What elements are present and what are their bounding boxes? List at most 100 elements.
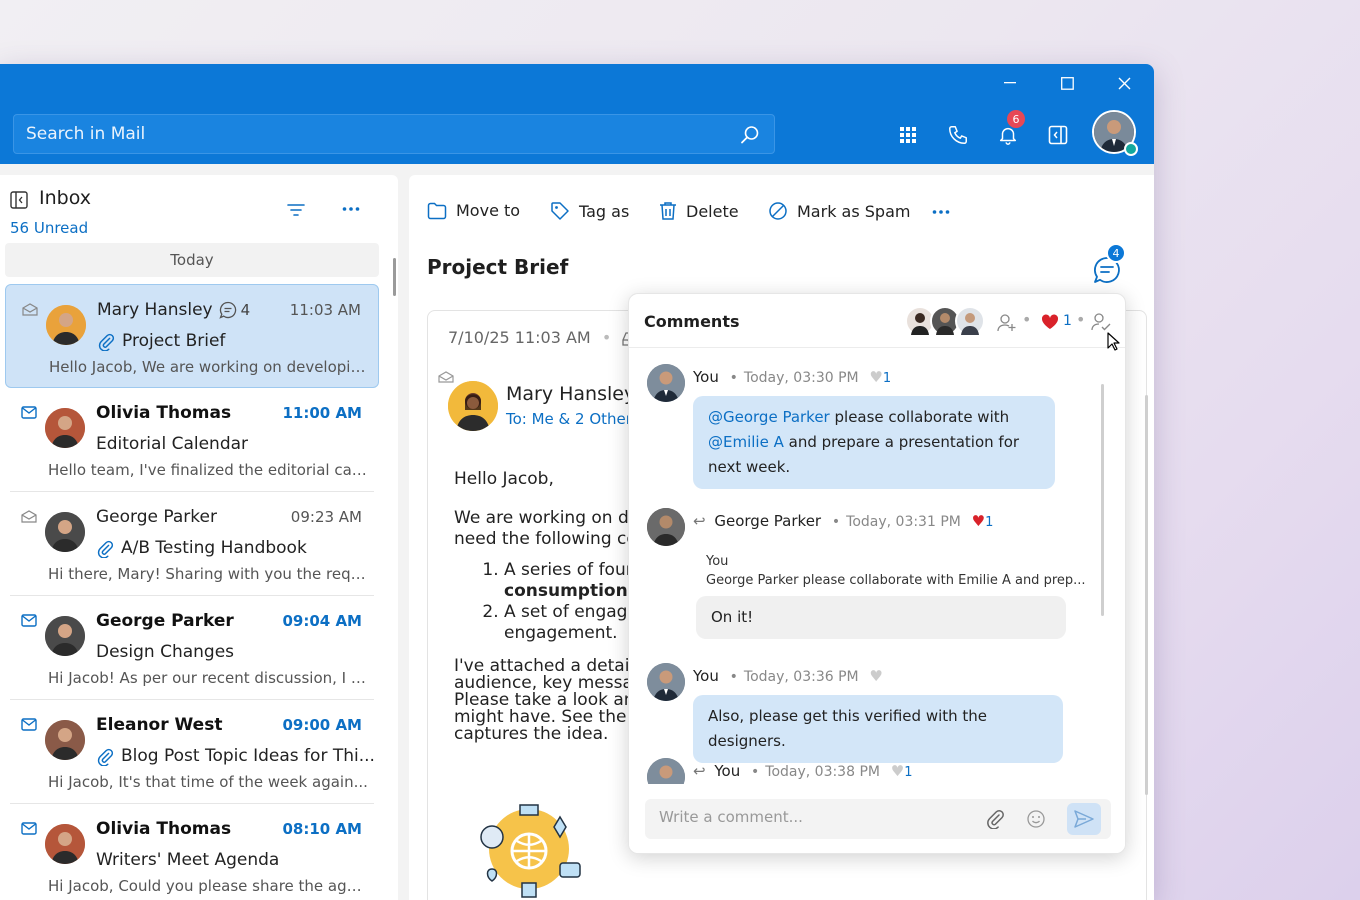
comments-toggle-button[interactable]: 4 xyxy=(1092,243,1126,285)
send-icon xyxy=(1074,810,1094,828)
heart-icon[interactable] xyxy=(1041,314,1059,330)
quoted-comment: You George Parker please collaborate wit… xyxy=(706,554,1086,588)
comment-bubble: @George Parker please collaborate with @… xyxy=(693,396,1055,489)
mail-list-item[interactable]: George Parker 09:23 AM A/B Testing Handboo… xyxy=(5,492,379,596)
mail-preview: Hello team, I've finalized the editorial… xyxy=(48,461,368,479)
profile-button[interactable] xyxy=(1092,110,1138,156)
group-header-today: Today xyxy=(5,243,379,277)
maximize-button[interactable] xyxy=(1039,68,1095,98)
mention-george[interactable]: @George Parker xyxy=(708,408,830,426)
comment-icon xyxy=(218,301,236,319)
like-icon[interactable]: ♥ xyxy=(891,762,904,780)
mail-sender: Mary Hansley 4 xyxy=(97,300,251,320)
unread-count[interactable]: 56 Unread xyxy=(10,219,88,237)
search-icon[interactable] xyxy=(740,125,760,145)
phone-icon xyxy=(949,126,967,144)
presence-indicator xyxy=(1124,142,1138,156)
mail-list-item[interactable]: Mary Hansley 4 11:03 AM Project Brief Hello … xyxy=(5,284,379,388)
minimize-button[interactable] xyxy=(982,68,1038,98)
campaign-illustration xyxy=(480,804,581,898)
mention-emilie[interactable]: @Emilie A xyxy=(708,433,784,451)
reading-scrollbar[interactable] xyxy=(1145,395,1148,795)
attachment-icon xyxy=(97,748,114,766)
sender-avatar xyxy=(448,381,498,431)
attachment-icon xyxy=(98,333,115,351)
like-icon[interactable]: ♥ xyxy=(869,368,882,386)
mail-subject: Design Changes xyxy=(96,642,235,662)
block-icon xyxy=(769,202,787,220)
envelope-icon[interactable] xyxy=(21,822,37,835)
delete-button[interactable]: Delete xyxy=(659,201,739,221)
comment-avatar xyxy=(647,364,685,402)
apps-button[interactable] xyxy=(895,122,921,148)
separator-dot: • xyxy=(1076,310,1086,329)
mail-time: 09:04 AM xyxy=(282,612,362,630)
mark-spam-button[interactable]: Mark as Spam xyxy=(768,201,910,221)
side-panel-button[interactable] xyxy=(1045,122,1071,148)
mail-subject: Writers' Meet Agenda xyxy=(96,850,280,870)
message-subject: Project Brief xyxy=(427,255,569,279)
toggle-sidebar-icon[interactable] xyxy=(10,191,28,209)
comments-scrollbar[interactable] xyxy=(1101,384,1104,616)
message-recipients[interactable]: To: Me & 2 Others xyxy=(506,410,640,428)
separator-dot: • xyxy=(1022,310,1032,329)
more-options-icon[interactable] xyxy=(342,206,360,212)
envelope-icon[interactable] xyxy=(21,614,37,627)
mail-list-item[interactable]: George Parker 09:04 AM Design Changes Hi Ja… xyxy=(5,596,379,700)
move-to-button[interactable]: Move to xyxy=(427,201,520,220)
search-bar[interactable] xyxy=(13,114,775,154)
envelope-icon[interactable] xyxy=(21,718,37,731)
maximize-icon xyxy=(1060,76,1074,90)
mail-list-scrollbar[interactable] xyxy=(393,258,396,296)
close-button[interactable] xyxy=(1096,68,1152,98)
emoji-icon[interactable] xyxy=(1026,809,1046,829)
mail-subject: A/B Testing Handbook xyxy=(121,538,307,558)
resolve-person-icon[interactable] xyxy=(1091,312,1111,332)
attach-icon[interactable] xyxy=(985,809,1005,829)
inbox-title: Inbox xyxy=(39,187,91,209)
reply-icon: ↩ xyxy=(693,762,706,780)
message-from: Mary Hansley xyxy=(506,383,636,405)
call-button[interactable] xyxy=(945,122,971,148)
like-icon[interactable]: ♥ xyxy=(869,667,882,685)
sender-avatar xyxy=(45,616,85,656)
comment-count: 4 xyxy=(218,301,250,319)
mail-sender: George Parker xyxy=(96,507,217,527)
mail-list-item[interactable]: Eleanor West 09:00 AM Blog Post Topic Idea… xyxy=(5,700,379,804)
comment-header: You • Today, 03:30 PM ♥1 xyxy=(693,368,892,386)
search-input[interactable] xyxy=(26,124,726,144)
sender-avatar xyxy=(45,408,85,448)
mail-sender: Eleanor West xyxy=(96,715,223,735)
mark-spam-label: Mark as Spam xyxy=(797,201,911,221)
comment-input[interactable] xyxy=(659,808,959,826)
notifications-button[interactable]: 6 xyxy=(995,110,1025,148)
total-likes: 1 xyxy=(1063,313,1072,329)
mail-time: 11:03 AM xyxy=(289,301,361,319)
sender-avatar xyxy=(46,305,86,345)
notification-badge: 6 xyxy=(1007,110,1025,128)
mail-list-pane: Inbox 56 Unread Today Mary Hansley 4 11:03… xyxy=(0,175,398,900)
send-button[interactable] xyxy=(1067,803,1101,835)
comments-panel: Comments • 1 • You • Today, 03:30 PM ♥1 @… xyxy=(628,293,1126,854)
apps-grid-icon xyxy=(900,127,916,143)
delete-label: Delete xyxy=(686,201,739,221)
add-person-icon[interactable] xyxy=(997,313,1017,333)
participants-avatars[interactable] xyxy=(905,306,991,336)
more-actions-icon[interactable] xyxy=(932,209,950,215)
envelope-open-icon[interactable] xyxy=(21,510,37,523)
mail-list-item[interactable]: Olivia Thomas 08:10 AM Writers' Meet Agend… xyxy=(5,804,379,900)
filter-icon[interactable] xyxy=(287,203,305,217)
mail-sender: Olivia Thomas xyxy=(96,819,232,839)
mail-preview: Hi there, Mary! Sharing with you the req… xyxy=(48,565,368,583)
like-icon[interactable]: ♥ xyxy=(972,512,985,530)
comments-header: Comments • 1 • xyxy=(629,294,1125,348)
sender-avatar xyxy=(45,824,85,864)
reply-icon: ↩ xyxy=(693,512,706,530)
tag-icon xyxy=(551,202,569,220)
envelope-open-icon[interactable] xyxy=(22,303,38,316)
mail-list-item[interactable]: Olivia Thomas 11:00 AM Editorial Calendar H… xyxy=(5,388,379,492)
envelope-icon[interactable] xyxy=(21,406,37,419)
title-bar: 6 xyxy=(0,64,1154,164)
tag-as-button[interactable]: Tag as xyxy=(550,201,629,221)
comment-avatar xyxy=(647,663,685,701)
